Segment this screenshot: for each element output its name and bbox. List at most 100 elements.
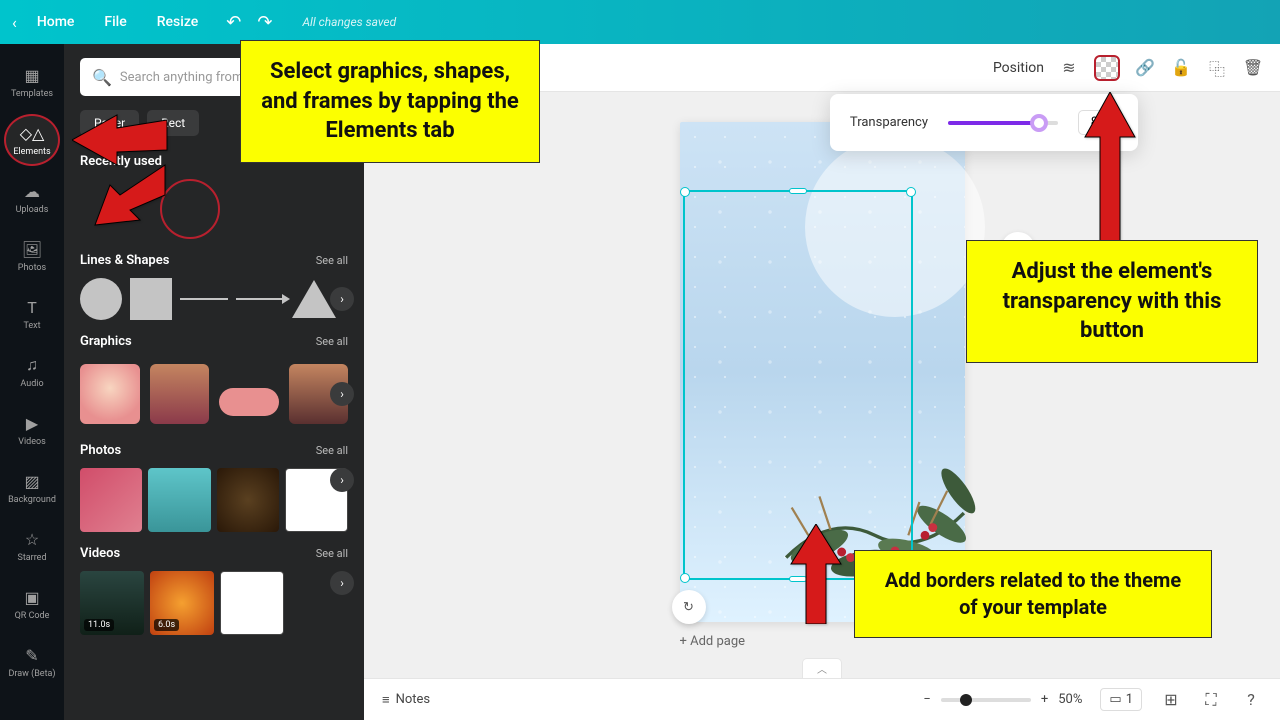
draw-icon: ✎ <box>22 645 42 665</box>
nav-templates[interactable]: ▦Templates <box>4 56 60 108</box>
video-duration: 6.0s <box>154 619 179 631</box>
notes-button[interactable]: ≡Notes <box>382 692 430 708</box>
nav-videos[interactable]: ▶Videos <box>4 404 60 456</box>
help-icon[interactable]: ? <box>1240 689 1262 711</box>
chevron-right-icon[interactable]: › <box>330 287 354 311</box>
video-item[interactable]: 6.0s <box>150 571 214 635</box>
lock-icon[interactable]: 🔓 <box>1170 57 1192 79</box>
arrow-annotation <box>1080 92 1140 246</box>
nav-audio[interactable]: ♫Audio <box>4 346 60 398</box>
page-count[interactable]: ▭1 <box>1100 688 1142 711</box>
nav-uploads[interactable]: ☁Uploads <box>4 172 60 224</box>
grid-view-icon[interactable]: ⊞ <box>1160 689 1182 711</box>
trash-icon[interactable]: 🗑 <box>1242 57 1264 79</box>
transparency-button[interactable] <box>1094 55 1120 81</box>
slider-thumb[interactable] <box>1030 114 1048 132</box>
zoom-level[interactable]: 50% <box>1058 692 1082 707</box>
see-all-photos[interactable]: See all <box>316 444 348 457</box>
see-all-graphics[interactable]: See all <box>316 335 348 348</box>
selection-box[interactable] <box>683 190 913 580</box>
undo-icon[interactable]: ↶ <box>226 12 241 33</box>
save-status: All changes saved <box>302 15 396 29</box>
fullscreen-icon[interactable]: ⛶ <box>1200 689 1222 711</box>
undo-redo: ↶ ↷ <box>226 12 272 33</box>
qrcode-icon: ▣ <box>22 587 42 607</box>
top-menu: Home File Resize <box>37 14 198 30</box>
uploads-icon: ☁ <box>22 181 42 201</box>
graphics-row: › <box>80 359 348 429</box>
section-shapes: Lines & Shapes <box>80 253 169 268</box>
menu-resize[interactable]: Resize <box>157 14 199 30</box>
top-bar: ‹ Home File Resize ↶ ↷ All changes saved <box>0 0 1280 44</box>
duplicate-icon[interactable]: ⿻ <box>1206 57 1228 79</box>
videos-row: 11.0s 6.0s › <box>80 571 348 635</box>
redo-icon[interactable]: ↷ <box>257 12 272 33</box>
menu-home[interactable]: Home <box>37 14 75 30</box>
resize-handle[interactable] <box>906 187 916 197</box>
nav-starred[interactable]: ☆Starred <box>4 520 60 572</box>
see-all-videos[interactable]: See all <box>316 547 348 560</box>
chevron-right-icon[interactable]: › <box>330 571 354 595</box>
resize-handle[interactable] <box>680 187 690 197</box>
link-icon[interactable]: 🔗 <box>1134 57 1156 79</box>
back-icon[interactable]: ‹ <box>12 13 17 32</box>
position-button[interactable]: Position <box>993 60 1044 76</box>
video-duration: 11.0s <box>84 619 114 631</box>
arrow-annotation <box>90 160 170 234</box>
photo-item[interactable] <box>217 468 279 532</box>
chevron-right-icon[interactable]: › <box>330 468 354 492</box>
callout-transparency: Adjust the element's transparency with t… <box>966 240 1258 363</box>
menu-file[interactable]: File <box>104 14 126 30</box>
resize-edge[interactable] <box>789 188 807 194</box>
graphic-item[interactable] <box>219 388 279 416</box>
reset-button[interactable]: ↻ <box>672 590 706 624</box>
zoom-out-icon[interactable]: − <box>923 692 930 707</box>
elements-icon: ◇△ <box>22 123 42 143</box>
resize-handle[interactable] <box>680 573 690 583</box>
shapes-row: › <box>80 278 348 320</box>
text-icon: T <box>22 297 42 317</box>
notes-icon: ≡ <box>382 692 390 708</box>
pages-icon: ▭ <box>1109 692 1121 707</box>
expand-pages-icon[interactable]: ︿ <box>802 658 842 678</box>
zoom-in-icon[interactable]: + <box>1041 692 1048 707</box>
videos-icon: ▶ <box>22 413 42 433</box>
nav-draw[interactable]: ✎Draw (Beta) <box>4 636 60 688</box>
zoom-thumb[interactable] <box>960 694 972 706</box>
photo-item[interactable] <box>148 468 210 532</box>
see-all-shapes[interactable]: See all <box>316 254 348 267</box>
shape-circle[interactable] <box>80 278 122 320</box>
section-videos: Videos <box>80 546 120 561</box>
video-item[interactable]: 11.0s <box>80 571 144 635</box>
photo-item[interactable] <box>80 468 142 532</box>
video-item[interactable] <box>220 571 284 635</box>
chevron-right-icon[interactable]: › <box>330 382 354 406</box>
transparency-label: Transparency <box>850 115 928 130</box>
graphic-item[interactable] <box>150 364 210 424</box>
nav-qrcode[interactable]: ▣QR Code <box>4 578 60 630</box>
photos-icon: 🖼 <box>22 239 42 259</box>
arrow-annotation <box>786 524 846 628</box>
bottom-bar: ≡Notes − + 50% ▭1 ⊞ ⛶ ? <box>364 678 1280 720</box>
templates-icon: ▦ <box>22 65 42 85</box>
shape-line[interactable] <box>180 298 228 300</box>
nav-text[interactable]: TText <box>4 288 60 340</box>
nav-elements[interactable]: ◇△Elements <box>4 114 60 166</box>
callout-borders: Add borders related to the theme of your… <box>854 550 1212 638</box>
layers-icon[interactable]: ≋ <box>1058 57 1080 79</box>
nav-photos[interactable]: 🖼Photos <box>4 230 60 282</box>
graphic-item[interactable] <box>80 364 140 424</box>
background-icon: ▨ <box>22 471 42 491</box>
zoom-slider[interactable] <box>941 698 1031 702</box>
section-graphics: Graphics <box>80 334 132 349</box>
transparency-slider[interactable] <box>948 121 1058 125</box>
audio-icon: ♫ <box>22 355 42 375</box>
shape-arrow[interactable] <box>236 298 284 300</box>
left-nav: ▦Templates ◇△Elements ☁Uploads 🖼Photos T… <box>0 44 64 720</box>
nav-background[interactable]: ▨Background <box>4 462 60 514</box>
zoom-control: − + 50% <box>923 692 1082 707</box>
shape-square[interactable] <box>130 278 172 320</box>
section-photos: Photos <box>80 443 121 458</box>
search-icon: 🔍 <box>92 68 112 87</box>
star-icon: ☆ <box>22 529 42 549</box>
